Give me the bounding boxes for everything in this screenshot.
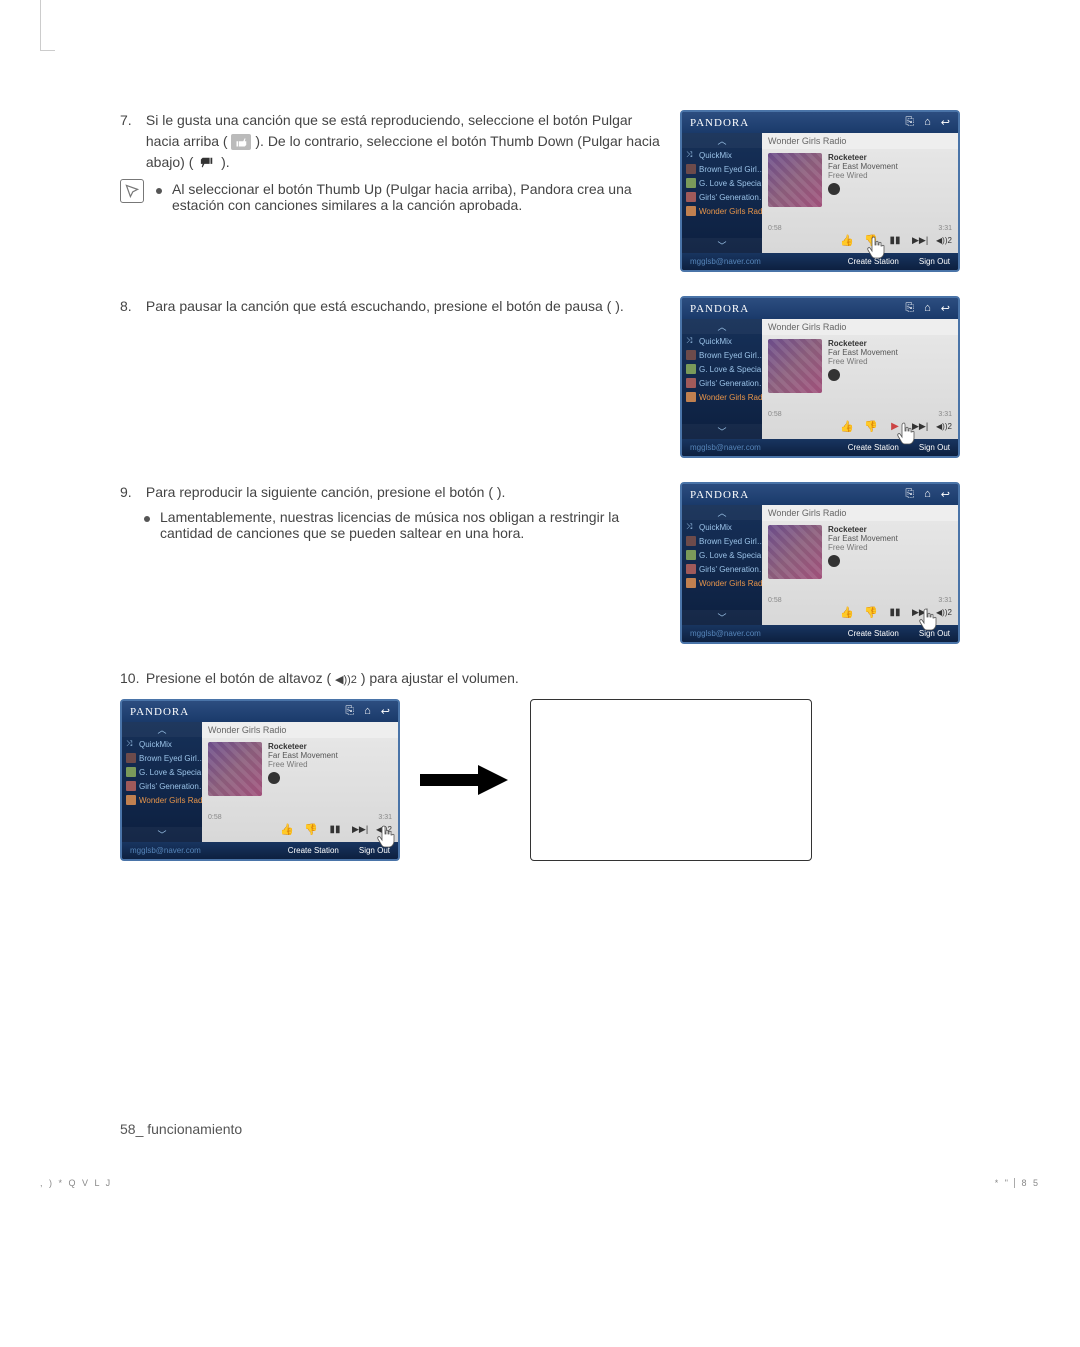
sidebar-item: Girls' Generation… xyxy=(682,190,762,204)
arrow-right-icon xyxy=(420,765,510,795)
time-elapsed: 0:58 xyxy=(768,225,782,232)
speaker-icon: ◀))2 xyxy=(335,674,357,686)
time-total: 3:31 xyxy=(938,225,952,232)
bullet-icon xyxy=(156,188,162,194)
step-10-text: Presione el botón de altavoz ( ◀))2 ) pa… xyxy=(146,668,960,689)
magnify-icon xyxy=(828,183,840,195)
thumb-down-icon xyxy=(197,155,217,171)
shuffle-icon: ⤨ xyxy=(686,150,696,160)
pandora-screenshot-10: PANDORA ⎘ ⌂ ↩ ︿ ⤨QuickMix Brown Eyed xyxy=(120,699,400,861)
pandora-logo: PANDORA xyxy=(690,117,749,129)
pandora-screenshot-9: PANDORA ⎘ ⌂ ↩ ︿ ⤨QuickMix Brown Eyed Gir… xyxy=(680,482,960,644)
step-10-number: 10. xyxy=(120,668,142,689)
print-marks: , ) * Q V L J * " 8 5 xyxy=(0,1178,1080,1188)
album-art xyxy=(768,153,822,207)
bullet-icon xyxy=(144,516,150,522)
note-icon xyxy=(120,179,144,203)
scroll-down-icon: ﹀ xyxy=(682,238,762,253)
track-album: Free Wired xyxy=(828,171,952,180)
thumb-down-button: 👎 xyxy=(864,234,878,247)
speaker-button: ◀))2 xyxy=(936,236,950,245)
back-icon: ↩ xyxy=(941,116,950,129)
thumb-up-icon xyxy=(231,134,251,150)
step-9-number: 9. xyxy=(120,482,142,503)
step-7-text: Si le gusta una canción que se está repr… xyxy=(146,110,660,173)
step-7-number: 7. xyxy=(120,110,142,131)
track-title: Rocketeer xyxy=(828,153,952,162)
new-station-icon: ⎘ xyxy=(905,116,914,129)
thumb-up-button: 👍 xyxy=(840,234,854,247)
sidebar-quickmix: ⤨ QuickMix xyxy=(682,148,762,162)
blank-result-box xyxy=(530,699,812,861)
station-title: Wonder Girls Radio xyxy=(762,133,958,149)
scroll-up-icon: ︿ xyxy=(682,133,762,148)
pandora-screenshot-8: PANDORA ⎘ ⌂ ↩ ︿ ⤨QuickMix Brown Eyed Gir… xyxy=(680,296,960,458)
play-button: ▶ xyxy=(888,421,902,432)
sidebar-item: Brown Eyed Girl… xyxy=(682,162,762,176)
step-9-text: Para reproducir la siguiente canción, pr… xyxy=(146,482,660,503)
sidebar-item-selected: Wonder Girls Radio xyxy=(682,204,762,218)
step-7-note: Al seleccionar el botón Thumb Up (Pulgar… xyxy=(172,181,660,213)
signout-link: Sign Out xyxy=(919,257,950,266)
pause-button: ▮▮ xyxy=(888,235,902,246)
create-station-link: Create Station xyxy=(848,257,899,266)
step-9-note: Lamentablemente, nuestras licencias de m… xyxy=(160,509,660,541)
page-footer: 58_ funcionamiento xyxy=(120,1121,960,1137)
pandora-screenshot-7: PANDORA ⎘ ⌂ ↩ ︿ ⤨ QuickMix xyxy=(680,110,960,272)
step-8-text: Para pausar la canción que está escuchan… xyxy=(146,296,660,317)
sidebar-item: G. Love & Specia… xyxy=(682,176,762,190)
track-artist: Far East Movement xyxy=(828,162,952,171)
step-8-number: 8. xyxy=(120,296,142,317)
next-button: ▶▶| xyxy=(912,235,926,246)
home-icon: ⌂ xyxy=(924,116,931,129)
footer-email: mgglsb@naver.com xyxy=(690,257,761,266)
